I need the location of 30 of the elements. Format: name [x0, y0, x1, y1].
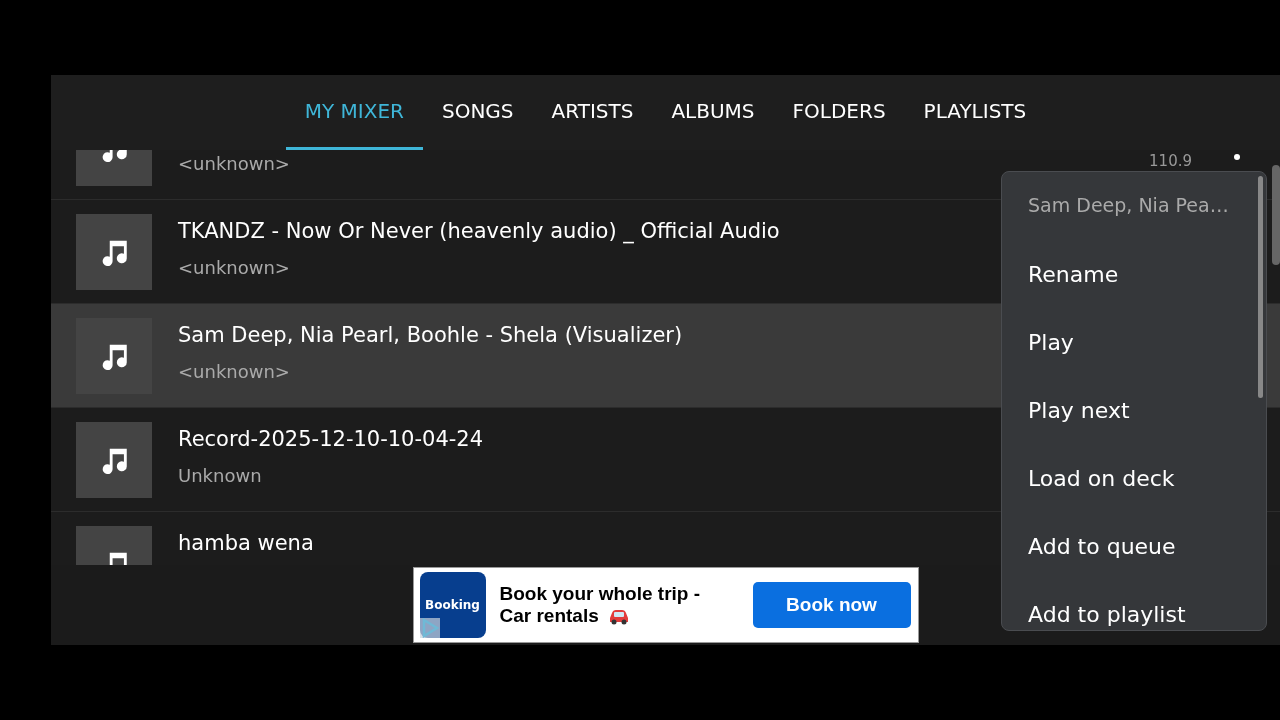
book-now-button[interactable]: Book now	[752, 582, 911, 628]
tab[interactable]: PLAYLISTS	[904, 75, 1046, 150]
track-title: Record-2025-12-10-10-04-24	[178, 427, 484, 453]
ad-choices-icon[interactable]	[419, 618, 440, 638]
tab[interactable]: FOLDERS	[773, 75, 905, 150]
menu-item[interactable]: Play	[1002, 308, 1266, 376]
tab[interactable]: ALBUMS	[652, 75, 774, 150]
track-artist: Unknown	[178, 465, 262, 486]
tab[interactable]: SONGS	[422, 75, 533, 150]
track-title: TKANDZ - Now Or Never (heavenly audio) _ Official Audio	[178, 219, 780, 246]
scrollbar[interactable]	[1272, 165, 1280, 265]
track-artist: <unknown>	[178, 257, 290, 278]
ad-headline: Book your whole trip -	[499, 583, 702, 605]
booking-logo: Booking	[419, 572, 486, 638]
music-note-icon	[76, 318, 152, 394]
tab[interactable]: ARTISTS	[532, 75, 653, 150]
track-artist: <unknown>	[178, 361, 290, 382]
menu-item[interactable]: Add to queue	[1002, 512, 1266, 580]
more-dot-icon[interactable]	[1234, 154, 1240, 160]
ad-subline: Car rentals	[499, 605, 599, 627]
ad-banner[interactable]: Booking Book your whole trip - Car rentals Book now	[412, 567, 919, 643]
menu-item[interactable]: Add to playlist	[1002, 580, 1266, 630]
track-title: Sam Deep, Nia Pearl, Boohle - Shela (Visualizer)	[178, 323, 683, 349]
music-note-icon	[76, 214, 152, 290]
music-note-icon	[76, 422, 152, 498]
menu-scrollbar[interactable]	[1258, 176, 1263, 398]
track-title: hamba wena	[178, 531, 314, 557]
track-duration: 110.9	[1149, 154, 1192, 169]
menu-item[interactable]: Load on deck	[1002, 444, 1266, 512]
track-artist: <unknown>	[178, 153, 290, 174]
